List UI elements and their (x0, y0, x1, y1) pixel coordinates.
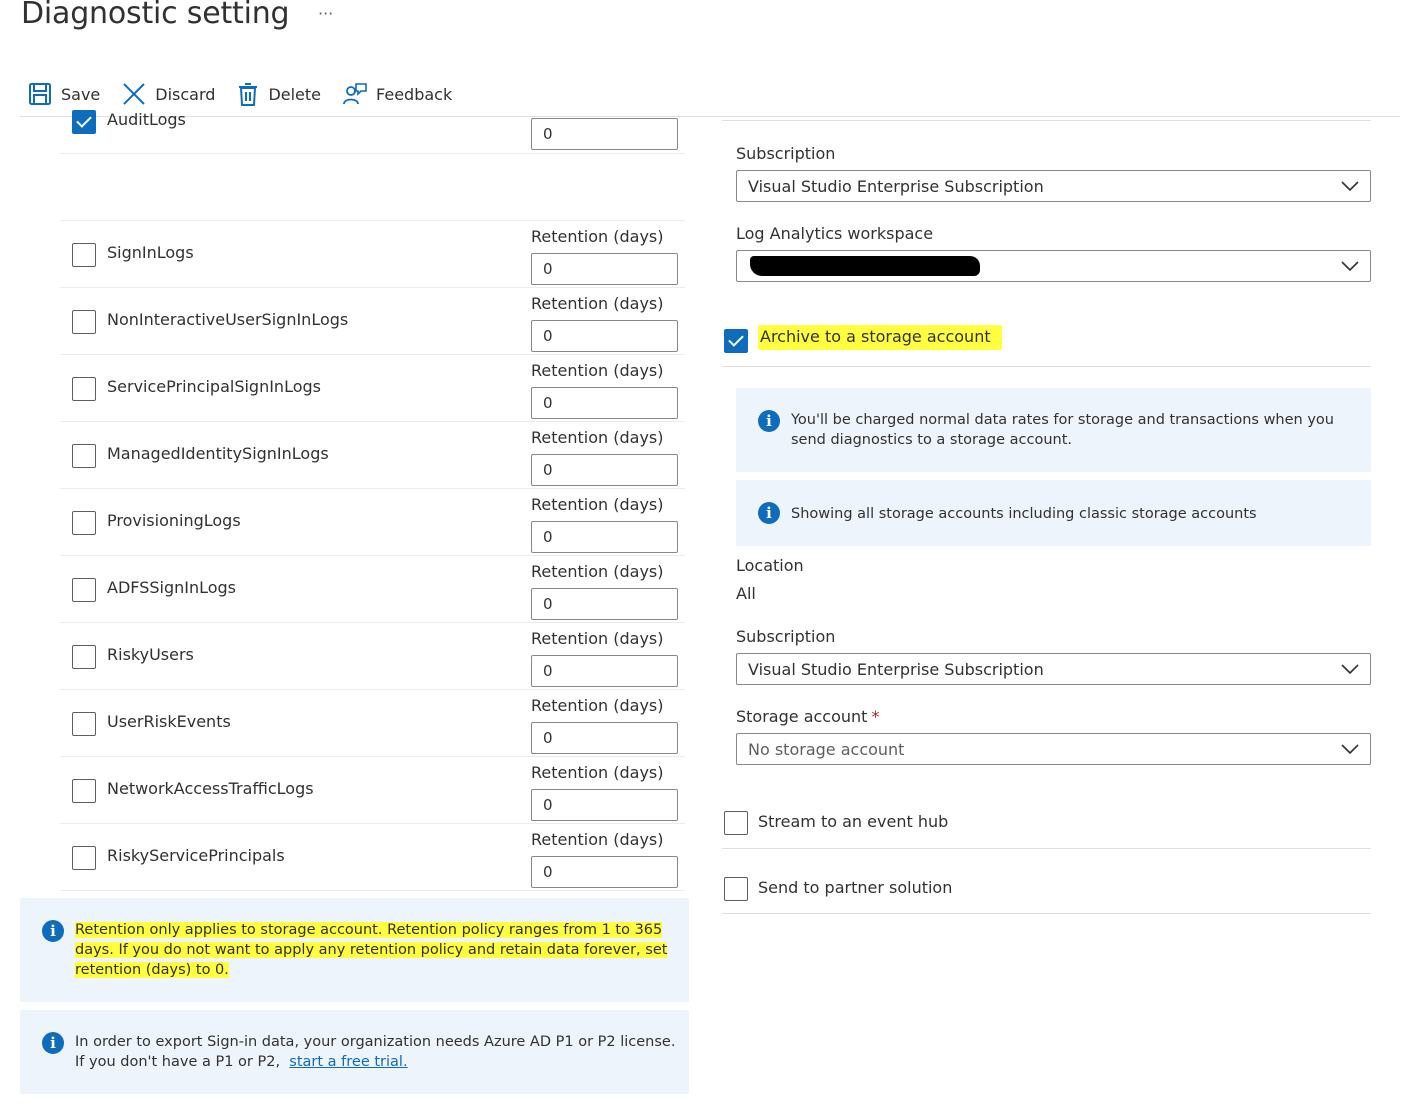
la-subscription-label: Subscription (736, 144, 836, 163)
info-icon: i (758, 502, 780, 524)
retention-info-line2: days. If you do not want to apply any re… (75, 942, 668, 958)
license-info-box: i In order to export Sign-in data, your … (20, 1010, 689, 1094)
log-category-row (60, 824, 685, 891)
partner-solution-checkbox[interactable] (724, 877, 748, 901)
location-value: All (736, 584, 756, 603)
chevron-down-icon (1341, 261, 1359, 272)
log-category-row (60, 288, 685, 355)
classic-storage-info-box: i Showing all storage accounts including… (736, 480, 1371, 546)
log-category-row (60, 422, 685, 489)
section-divider (722, 120, 1371, 121)
event-hub-label: Stream to an event hub (758, 812, 949, 831)
retention-info-box: i Retention only applies to storage acco… (20, 898, 689, 1002)
storage-account-label-text: Storage account (736, 707, 868, 726)
storage-charge-line1: You'll be charged normal data rates for … (791, 412, 1334, 428)
chevron-down-icon (1341, 664, 1359, 675)
log-category-checkbox[interactable] (72, 110, 96, 134)
redacted-workspace-value (750, 256, 980, 276)
page-title: Diagnostic setting (21, 0, 290, 31)
storage-account-dropdown[interactable]: No storage account (736, 733, 1371, 765)
info-icon: i (42, 920, 64, 942)
la-workspace-label: Log Analytics workspace (736, 224, 934, 243)
free-trial-link[interactable]: start a free trial. (289, 1054, 407, 1070)
storage-account-label: Storage account * (736, 707, 879, 726)
retention-days-input[interactable] (531, 118, 678, 150)
log-category-row (60, 690, 685, 757)
la-workspace-dropdown[interactable] (736, 250, 1371, 282)
retention-info-line1: Retention only applies to storage accoun… (75, 922, 663, 938)
event-hub-checkbox[interactable] (724, 811, 748, 835)
log-category-row (60, 489, 685, 556)
storage-charge-info-text: You'll be charged normal data rates for … (791, 410, 1334, 450)
chevron-down-icon (1341, 181, 1359, 192)
save-icon (29, 83, 51, 105)
storage-subscription-dropdown[interactable]: Visual Studio Enterprise Subscription (736, 653, 1371, 685)
log-category-row (60, 556, 685, 623)
log-category-row (60, 757, 685, 824)
retention-info-line3: retention (days) to 0. (75, 962, 229, 978)
log-category-label: AuditLogs (107, 110, 186, 129)
section-divider (722, 913, 1371, 914)
license-info-text: In order to export Sign-in data, your or… (75, 1032, 675, 1072)
storage-account-placeholder: No storage account (748, 740, 905, 759)
log-category-row (60, 221, 685, 288)
more-options-button[interactable]: ··· (318, 4, 333, 23)
partner-solution-label: Send to partner solution (758, 878, 953, 897)
classic-storage-info-text: Showing all storage accounts including c… (791, 506, 1257, 522)
section-divider (722, 848, 1371, 849)
required-asterisk: * (871, 707, 880, 726)
section-divider (722, 366, 1371, 367)
info-icon: i (42, 1032, 64, 1054)
license-info-line1: In order to export Sign-in data, your or… (75, 1034, 676, 1050)
la-subscription-dropdown[interactable]: Visual Studio Enterprise Subscription (736, 170, 1371, 202)
location-label: Location (736, 556, 804, 575)
storage-subscription-value: Visual Studio Enterprise Subscription (748, 660, 1044, 679)
retention-info-text: Retention only applies to storage accoun… (75, 920, 668, 980)
storage-charge-line2: send diagnostics to a storage account. (791, 432, 1072, 448)
la-subscription-value: Visual Studio Enterprise Subscription (748, 177, 1044, 196)
archive-storage-checkbox[interactable] (724, 329, 748, 353)
archive-storage-label: Archive to a storage account (758, 325, 1002, 350)
log-category-row (60, 355, 685, 422)
chevron-down-icon (1341, 744, 1359, 755)
license-info-line2: If you don't have a P1 or P2, (75, 1054, 281, 1070)
storage-charge-info-box: i You'll be charged normal data rates fo… (736, 388, 1371, 472)
log-category-row (60, 154, 685, 221)
log-category-row (60, 623, 685, 690)
archive-storage-label-text: Archive to a storage account (758, 325, 1002, 350)
storage-subscription-label: Subscription (736, 627, 836, 646)
info-icon: i (758, 410, 780, 432)
